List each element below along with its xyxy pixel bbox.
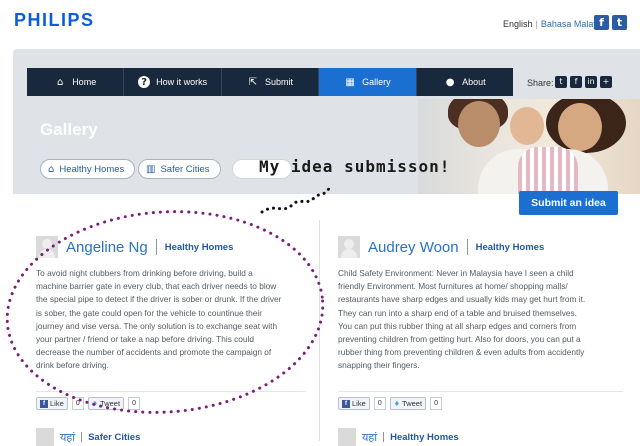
share-label: Share:: [527, 78, 554, 88]
card-footer-rule: [36, 391, 306, 392]
facebook-icon[interactable]: f: [594, 15, 609, 30]
avatar: [36, 428, 54, 446]
house-icon: ⌂: [48, 163, 55, 175]
idea-text: Child Safety Environment: Never in Malay…: [338, 267, 585, 373]
header-separator: [466, 239, 468, 255]
top-header: PHILIPS English | Bahasa Malaysia f t: [0, 0, 640, 44]
idea-line: To avoid night clubbers from drinking be…: [36, 268, 253, 278]
tweet-label: Tweet: [402, 399, 423, 408]
plus-share-icon[interactable]: +: [600, 76, 612, 88]
hero-family-photo: [418, 99, 640, 194]
nav-gallery[interactable]: ▦ Gallery: [319, 68, 417, 96]
idea-line: machine barrier gate in every club, that…: [36, 281, 277, 292]
like-label: Like: [50, 399, 64, 408]
twitter-bird-icon: ♦: [393, 399, 401, 408]
nav-home-label: Home: [72, 77, 97, 87]
philips-logo[interactable]: PHILIPS: [14, 10, 95, 31]
avatar: [338, 428, 356, 446]
like-count: 0: [373, 397, 386, 410]
author-name[interactable]: Audrey Woon: [368, 239, 459, 256]
twitter-icon[interactable]: t: [612, 15, 627, 30]
home-icon: ⌂: [57, 76, 64, 88]
idea-line: drink before driving.: [36, 360, 109, 371]
question-icon: ?: [138, 76, 151, 88]
bulb-icon: ●: [445, 76, 455, 88]
nav-how-it-works-label: How it works: [156, 77, 208, 87]
filter-safer-cities-label: Safer Cities: [160, 163, 210, 175]
share-buttons: f Like 0 ♦ Tweet 0: [36, 397, 141, 410]
category-link[interactable]: Healthy Homes: [165, 242, 234, 253]
idea-line: friendly Environment. Most furnitures at…: [338, 281, 568, 292]
linkedin-share-icon[interactable]: in: [585, 76, 597, 88]
card-footer-rule: [338, 391, 623, 392]
filter-healthy-homes-label: Healthy Homes: [59, 163, 125, 175]
card-header: Angeline Ng Healthy Homes: [36, 236, 233, 258]
grid-icon: ▦: [345, 76, 355, 88]
twitter-bird-icon: ♦: [91, 399, 99, 408]
avatar: [36, 236, 58, 258]
facebook-like-icon: f: [40, 399, 48, 408]
page-title: Gallery: [40, 120, 98, 139]
tweet-count: 0: [430, 397, 443, 410]
idea-line: snapping their fingers.: [338, 360, 420, 371]
main-nav: ⌂ Home ? How it works ⇱ Submit ▦ Gallery…: [27, 68, 513, 96]
author-name[interactable]: यहां: [362, 430, 377, 445]
handwritten-annotation: My idea submisson!: [259, 157, 451, 176]
lang-english[interactable]: English: [503, 19, 533, 29]
tweet-button[interactable]: ♦ Tweet: [389, 397, 427, 410]
nav-how-it-works[interactable]: ? How it works: [124, 68, 222, 96]
like-button[interactable]: f Like: [36, 397, 68, 410]
submit-idea-button[interactable]: Submit an idea: [519, 191, 618, 215]
column-divider: [319, 220, 320, 441]
facebook-like-icon: f: [342, 399, 350, 408]
tweet-count: 0: [128, 397, 141, 410]
nav-submit-label: Submit: [265, 77, 294, 87]
idea-line: your partner / friend or take a nap befo…: [36, 334, 254, 345]
idea-line: decrease the number of accidents and pro…: [36, 347, 272, 358]
city-icon: ▥: [146, 163, 156, 175]
avatar: [338, 236, 360, 258]
header-separator: [155, 239, 157, 255]
list-item: यहां Safer Cities: [36, 428, 140, 446]
share-buttons: f Like 0 ♦ Tweet 0: [338, 397, 443, 410]
tweet-label: Tweet: [100, 399, 121, 408]
submit-icon: ⇱: [248, 76, 258, 88]
facebook-share-icon[interactable]: f: [570, 76, 582, 88]
list-item: यहां Healthy Homes: [338, 428, 459, 446]
idea-line: the special pipe to detect if the driver…: [36, 294, 282, 305]
idea-line: You can put this rubber thing at all sha…: [338, 320, 577, 331]
idea-text: To avoid night clubbers from drinking be…: [36, 267, 281, 373]
card-header: Audrey Woon Healthy Homes: [338, 236, 544, 258]
author-name[interactable]: यहां: [60, 430, 75, 445]
tweet-button[interactable]: ♦ Tweet: [87, 397, 125, 410]
idea-line: is sober, the gate could open for the ve…: [36, 307, 263, 318]
nav-home[interactable]: ⌂ Home: [27, 68, 125, 96]
idea-line: preventing children from getting hurt. A…: [338, 334, 581, 345]
nav-submit[interactable]: ⇱ Submit: [222, 68, 320, 96]
idea-line: rubber thing from preventing children & …: [338, 347, 585, 358]
author-name[interactable]: Angeline Ng: [66, 239, 148, 256]
like-button[interactable]: f Like: [338, 397, 370, 410]
nav-about[interactable]: ● About: [417, 68, 513, 96]
like-count: 0: [71, 397, 84, 410]
twitter-share-icon[interactable]: t: [555, 76, 567, 88]
filter-healthy-homes[interactable]: ⌂ Healthy Homes: [40, 159, 136, 179]
category-link[interactable]: Healthy Homes: [476, 242, 545, 253]
idea-line: They can run into a sharp end of a table…: [338, 307, 577, 318]
filter-safer-cities[interactable]: ▥ Safer Cities: [138, 159, 221, 179]
idea-line: Child Safety Environment: Never in Malay…: [338, 268, 574, 278]
idea-line: journey and vise versa. The only solutio…: [36, 320, 278, 331]
lang-separator: |: [535, 19, 538, 29]
like-label: Like: [352, 399, 366, 408]
nav-gallery-label: Gallery: [362, 77, 391, 87]
nav-about-label: About: [462, 77, 486, 87]
idea-line: restaurants have sharp edges and usually…: [338, 294, 586, 305]
